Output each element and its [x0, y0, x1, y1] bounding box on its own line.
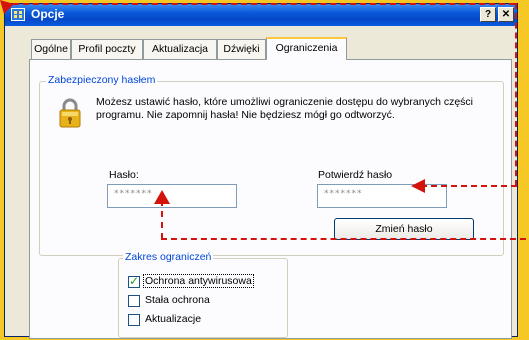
resident-protection-checkbox[interactable] [128, 295, 140, 307]
password-label: Hasło: [109, 169, 139, 181]
antivirus-checkbox[interactable] [128, 274, 140, 288]
options-dialog: Opcje ? ✕ Ogólne Profil poczty Aktualiza… [4, 3, 518, 339]
change-password-button[interactable]: Zmień hasło [334, 218, 474, 240]
confirm-password-input[interactable]: ******* [317, 184, 447, 208]
restrictions-panel: Zabezpieczony hasłem Możesz ustawić hasł… [29, 59, 512, 339]
annotation-line-up [161, 200, 163, 239]
password-description: Możesz ustawić hasło, które umożliwi ogr… [96, 96, 474, 121]
updates-checkbox[interactable] [128, 314, 140, 326]
arrow-left-icon [411, 179, 425, 193]
padlock-icon [59, 98, 81, 128]
confirm-password-label: Potwierdź hasło [318, 169, 393, 181]
tab-update[interactable]: Aktualizacja [143, 39, 217, 59]
restriction-scope-title: Zakres ograniczeń [123, 251, 214, 263]
arrow-corner-icon [0, 0, 14, 14]
password-input[interactable]: ******* [107, 184, 237, 208]
close-button[interactable]: ✕ [498, 7, 514, 22]
annotation-line-top [3, 3, 515, 5]
annotation-line-right [515, 3, 517, 186]
antivirus-label[interactable]: Ochrona antywirusowa [143, 274, 254, 288]
arrow-up-icon [154, 190, 170, 204]
resident-protection-label[interactable]: Stała ochrona [145, 294, 210, 306]
tab-mail-profile[interactable]: Profil poczty [71, 39, 143, 59]
tab-restrictions[interactable]: Ograniczenia [266, 37, 347, 60]
password-group-title: Zabezpieczony hasłem [46, 74, 158, 86]
annotation-line-bottom [161, 238, 526, 240]
help-button[interactable]: ? [480, 7, 496, 22]
tab-general[interactable]: Ogólne [31, 39, 71, 59]
annotation-line-confirm [421, 185, 517, 187]
title-bar[interactable]: Opcje ? ✕ [5, 4, 517, 26]
tab-sounds[interactable]: Dźwięki [217, 39, 266, 59]
window-title: Opcje [31, 7, 65, 21]
updates-label[interactable]: Aktualizacje [145, 313, 201, 325]
